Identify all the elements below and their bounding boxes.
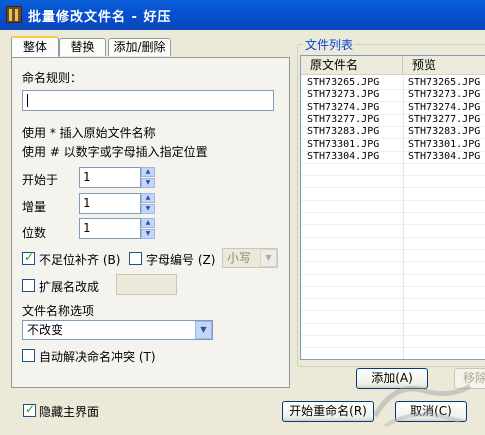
window-title: 批量修改文件名 - 好压 xyxy=(28,10,172,25)
hide-ui-label[interactable]: 隐藏主界面 xyxy=(39,403,99,420)
grid-line xyxy=(301,187,485,189)
cell-preview-name: STH73274.JPG xyxy=(408,101,481,113)
spin-up-icon[interactable]: ▲ xyxy=(141,218,155,228)
file-list[interactable]: 原文件名 预览 STH73265.JPG STH73265.JPG STH73273… xyxy=(300,55,485,360)
cell-preview-name: STH73304.JPG xyxy=(408,150,481,162)
tab-whole[interactable]: 整体 xyxy=(11,36,59,57)
file-list-title: 文件列表 xyxy=(303,36,356,53)
grid-line xyxy=(301,125,485,127)
hint-line-1: 使用 * 插入原始文件名称 xyxy=(22,126,156,140)
cell-original-name: STH73265.JPG xyxy=(307,77,380,88)
hint-line-2: 使用 # 以数字或字母插入指定位置 xyxy=(22,145,208,159)
spin-up-icon[interactable]: ▲ xyxy=(141,193,155,203)
grid-line xyxy=(301,224,485,226)
grid-line xyxy=(301,101,485,103)
cell-original-name: STH73283.JPG xyxy=(307,126,380,138)
grid-line xyxy=(301,261,485,263)
grid-line xyxy=(301,113,485,115)
spin-up-icon[interactable]: ▲ xyxy=(141,167,155,177)
rule-input[interactable] xyxy=(22,90,274,111)
table-row[interactable]: STH73273.JPG STH73273.JPG xyxy=(301,89,485,101)
table-row[interactable]: STH73283.JPG STH73283.JPG xyxy=(301,126,485,138)
rule-label: 命名规则： xyxy=(22,71,83,85)
options-select[interactable]: 不改变 ▼ xyxy=(22,320,213,340)
resolve-label[interactable]: 自动解决命名冲突 (T) xyxy=(39,348,156,365)
spin-down-icon[interactable]: ▼ xyxy=(141,204,155,214)
cell-preview-name: STH73283.JPG xyxy=(408,126,481,138)
hide-ui-checkbox[interactable] xyxy=(23,402,36,417)
table-row[interactable]: STH73274.JPG STH73274.JPG xyxy=(301,102,485,114)
grid-line xyxy=(301,199,485,201)
start-rename-button[interactable]: 开始重命名(R) xyxy=(282,401,374,422)
chevron-down-icon[interactable]: ▼ xyxy=(195,321,212,339)
cell-original-name: STH73273.JPG xyxy=(307,89,380,101)
cell-preview-name: STH73273.JPG xyxy=(408,89,481,101)
table-row[interactable]: STH73265.JPG STH73265.JPG xyxy=(301,77,485,89)
settings-panel: 命名规则： 使用 * 插入原始文件名称 使用 # 以数字或字母插入指定位置 开始… xyxy=(11,57,290,388)
app-icon xyxy=(6,6,22,23)
cell-original-name: STH73277.JPG xyxy=(307,113,380,125)
grid-line xyxy=(301,285,485,287)
grid-line xyxy=(301,310,485,312)
column-header-original[interactable]: 原文件名 xyxy=(301,56,403,74)
grid-line xyxy=(301,138,485,140)
step-input[interactable]: 1 xyxy=(79,193,141,214)
cell-preview-name: STH73301.JPG xyxy=(408,138,481,150)
tab-add-remove[interactable]: 添加/删除 xyxy=(108,38,171,56)
start-label: 开始于 xyxy=(22,173,59,187)
table-row[interactable]: STH73301.JPG STH73301.JPG xyxy=(301,139,485,151)
watermark-logo xyxy=(372,383,472,428)
grid-line xyxy=(301,175,485,177)
ext-input[interactable] xyxy=(116,274,177,295)
start-input[interactable]: 1 xyxy=(79,167,141,188)
step-label: 增量 xyxy=(22,200,47,214)
tab-replace[interactable]: 替换 xyxy=(59,38,106,56)
case-value: 小写 xyxy=(227,251,252,265)
spin-down-icon[interactable]: ▼ xyxy=(141,178,155,188)
ext-label[interactable]: 扩展名改成 xyxy=(39,278,99,295)
list-header: 原文件名 预览 xyxy=(301,56,485,75)
grid-line xyxy=(301,347,485,349)
cell-preview-name: STH73265.JPG xyxy=(408,77,481,88)
grid-line xyxy=(301,89,485,90)
table-row[interactable]: STH73304.JPG STH73304.JPG xyxy=(301,151,485,163)
grid-line xyxy=(301,298,485,300)
table-row[interactable]: STH73277.JPG STH73277.JPG xyxy=(301,114,485,126)
grid-line xyxy=(301,212,485,213)
cell-original-name: STH73304.JPG xyxy=(307,150,380,162)
digits-label: 位数 xyxy=(22,226,47,240)
grid-line xyxy=(301,248,485,250)
grid-line xyxy=(301,335,485,336)
grid-line xyxy=(301,322,485,324)
grid-line xyxy=(301,236,485,238)
case-select[interactable]: 小写 ▼ xyxy=(222,248,278,268)
cell-original-name: STH73301.JPG xyxy=(307,138,380,150)
cell-preview-name: STH73277.JPG xyxy=(408,113,481,125)
cell-original-name: STH73274.JPG xyxy=(307,101,380,113)
text-caret xyxy=(27,94,28,107)
column-header-preview[interactable]: 预览 xyxy=(403,56,485,74)
grid-line xyxy=(301,150,485,152)
ext-checkbox[interactable] xyxy=(22,279,35,292)
digits-input[interactable]: 1 xyxy=(79,218,141,239)
options-label: 文件名称选项 xyxy=(22,304,95,318)
grid-line xyxy=(301,273,485,275)
options-value: 不改变 xyxy=(27,323,64,337)
alpha-checkbox[interactable] xyxy=(129,252,142,265)
title-bar[interactable]: 批量修改文件名 - 好压 xyxy=(0,0,485,30)
chevron-down-icon[interactable]: ▼ xyxy=(260,249,277,267)
spin-down-icon[interactable]: ▼ xyxy=(141,229,155,239)
grid-line xyxy=(301,162,485,164)
pad-checkbox[interactable] xyxy=(22,250,35,265)
resolve-checkbox[interactable] xyxy=(22,349,35,362)
alpha-label[interactable]: 字母编号 (Z) xyxy=(146,251,215,268)
pad-label[interactable]: 不足位补齐 (B) xyxy=(39,251,120,268)
